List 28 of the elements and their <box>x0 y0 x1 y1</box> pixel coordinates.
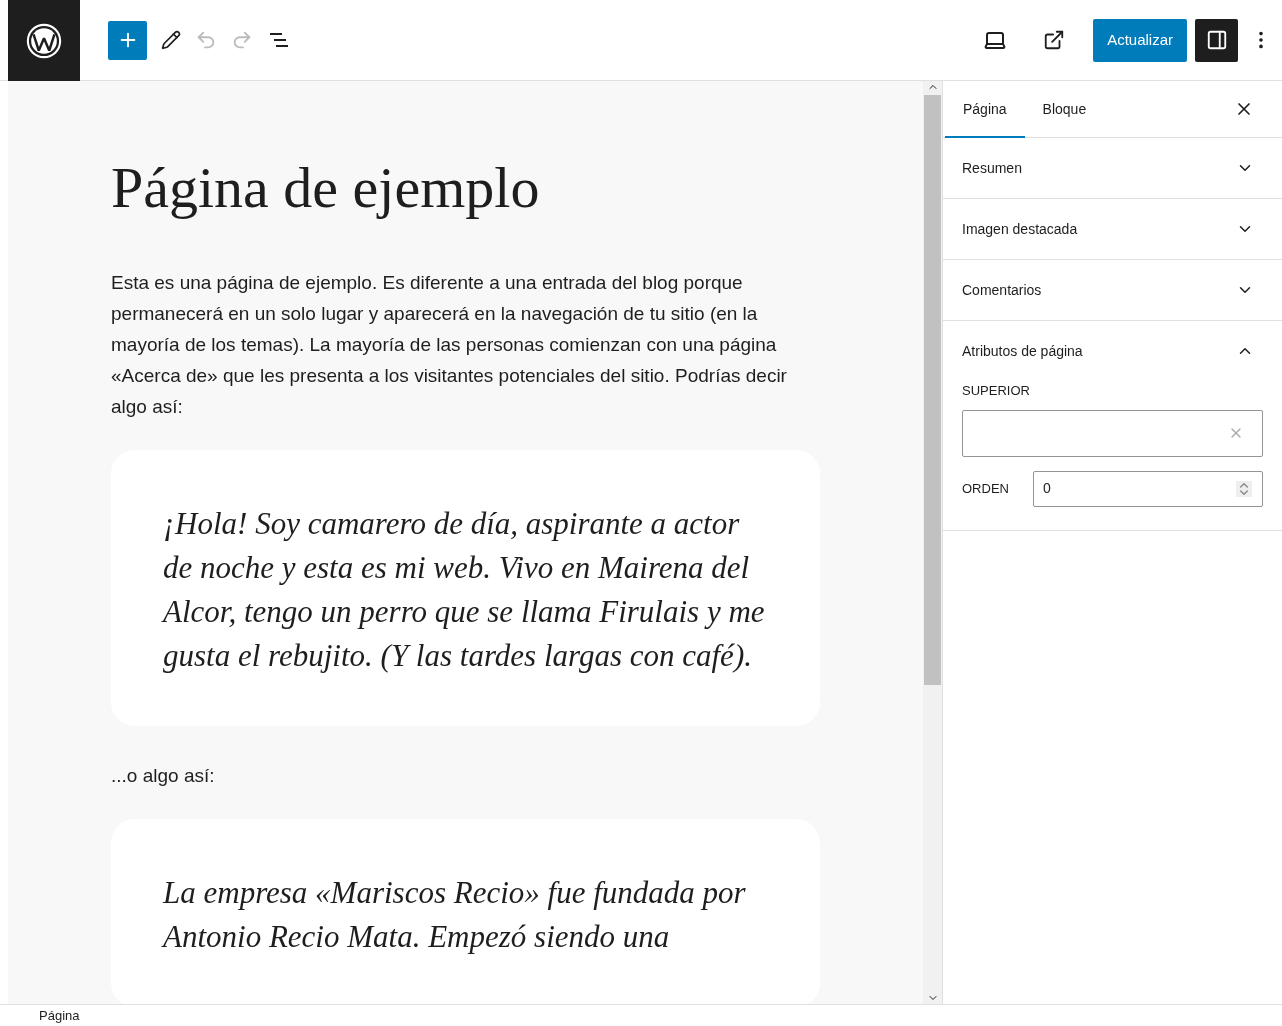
sidebar-tab[interactable]: Bloque <box>1024 80 1105 138</box>
spinner-icon[interactable] <box>1236 480 1252 497</box>
wordpress-logo-icon[interactable] <box>25 21 63 60</box>
quote-text: La empresa «Mariscos Recio» fue fundada por Antonio Recio Mata. Empezó siendo una <box>163 874 747 956</box>
paragraph-text[interactable]: Esta es una página de ejemplo. Es diferente a una entrada del blog porque permanecerá en un solo lugar y aparecerá en la navegación de tu sitio (en la mayoría de los temas). La mayoría de las personas comienzan con una página «Acerca de» que les presenta a los visitantes potenciales del sitio. Podrías decir algo así: <box>111 267 820 422</box>
parent-select-field[interactable] <box>962 409 1263 457</box>
panel-header[interactable]: Comentarios <box>943 260 1282 320</box>
paragraph-text[interactable]: ...o algo así: <box>111 760 820 791</box>
update-button[interactable]: Actualizar <box>1093 18 1187 62</box>
quote-block[interactable]: ¡Hola! Soy camarero de día, aspirante a actor de noche y esta es mi web. Vivo en Mairena del Alcor, tengo un perro que se llama Firulais y me gusta el rebujito. (Y las tardes largas con café). <box>111 450 820 726</box>
settings-toggle-button[interactable] <box>1195 18 1238 62</box>
quote-text: ¡Hola! Soy camarero de día, aspirante a actor de noche y esta es mi web. Vivo en Mairena del Alcor, tengo un perro que se llama Firulais y me gusta el rebujito. (Y las tardes largas con café). <box>163 505 766 675</box>
panel-header[interactable]: Resumen <box>943 138 1282 198</box>
external-link-icon[interactable] <box>1043 29 1066 51</box>
sidebar-panel-icon <box>1205 29 1228 51</box>
add-block-button[interactable] <box>108 20 147 60</box>
breadcrumb-link[interactable]: Página <box>39 1005 80 1026</box>
logo-tile[interactable] <box>8 0 80 81</box>
field-label: ORDEN <box>962 479 1009 498</box>
quote-block[interactable]: La empresa «Mariscos Recio» fue fundada por Antonio Recio Mata. Empezó siendo una <box>111 819 820 1004</box>
field-label: SUPERIOR <box>962 382 1031 400</box>
panel-header[interactable]: Atributos de página <box>943 321 1282 381</box>
pencil-icon[interactable] <box>161 30 181 50</box>
sidebar-tab[interactable]: Página <box>945 80 1025 138</box>
panel-header[interactable]: Imagen destacada <box>943 199 1282 259</box>
scrollbar[interactable] <box>923 81 942 1004</box>
order-number-field[interactable]: 0 <box>1032 470 1263 507</box>
page-title[interactable]: Página de ejemplo <box>111 159 820 217</box>
